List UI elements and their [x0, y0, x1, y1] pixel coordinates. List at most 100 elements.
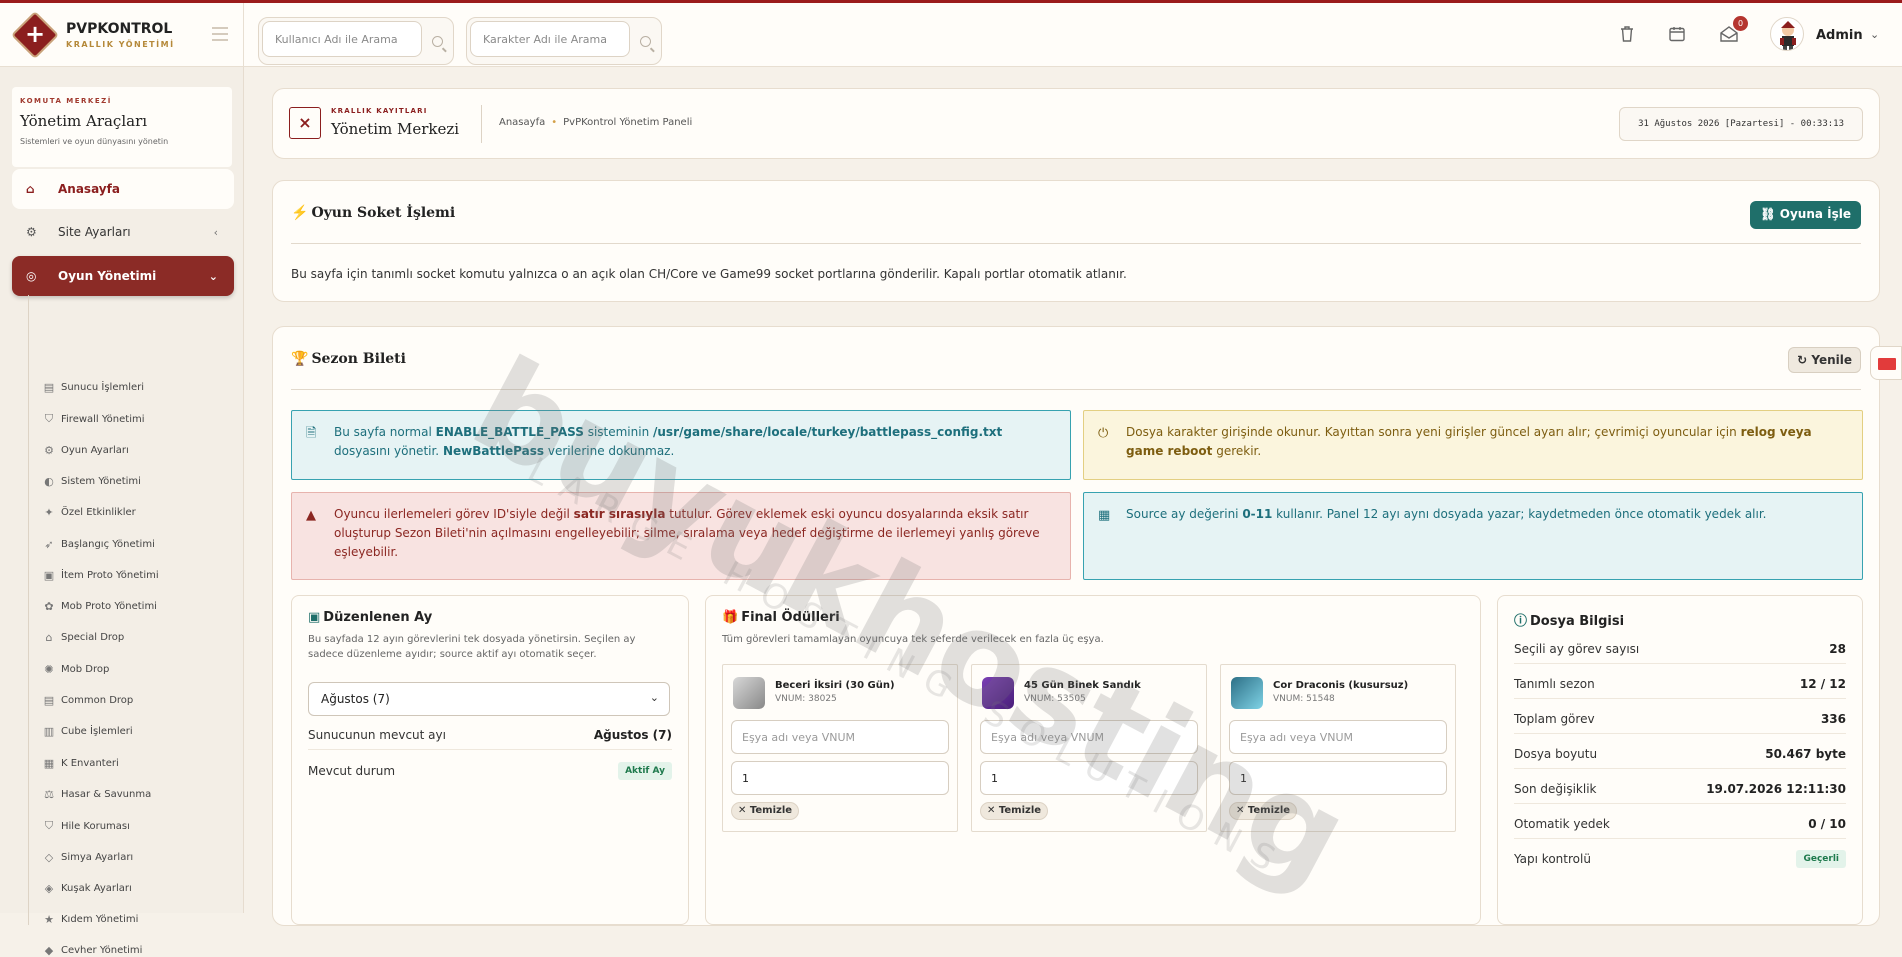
gamepad-icon: ◎: [26, 269, 37, 283]
menu-toggle-icon[interactable]: [212, 27, 228, 41]
breadcrumb: Anasayfa • PvPKontrol Yönetim Paneli: [499, 117, 693, 128]
sidebar-subitem-label: Özel Etkinlikler: [61, 507, 136, 519]
month-panel-title: Düzenlenen Ay: [323, 610, 433, 625]
gem-icon: ◆: [44, 944, 54, 957]
gears-icon: ⚙: [44, 443, 54, 457]
sidebar-item-home[interactable]: ⌂ Anasayfa: [12, 169, 234, 209]
sidebar-subtitle: Sistemleri ve oyun dünyasını yönetin: [20, 137, 169, 146]
sidebar-subitem[interactable]: ✺ Mob Drop: [42, 663, 109, 676]
sidebar-subitem[interactable]: ★ Kıdem Yönetimi: [42, 913, 138, 926]
search-icon[interactable]: [640, 36, 651, 47]
brand[interactable]: + PVPKONTROL KRALLIK YÖNETİMİ: [0, 3, 244, 67]
language-flag-tr[interactable]: [1870, 346, 1902, 380]
reward-item-search-input[interactable]: Eşya adı veya VNUM: [1229, 720, 1447, 754]
sidebar-subitem[interactable]: ➶ Başlangıç Yönetimi: [42, 538, 154, 551]
sidebar-subitem[interactable]: ◈ Kuşak Ayarları: [42, 882, 132, 895]
refresh-button[interactable]: ↻ Yenile: [1788, 347, 1861, 373]
shield-icon: ⛉: [44, 819, 54, 833]
info-alert-config: 🗎 Bu sayfa normal ENABLE_BATTLE_PASS sis…: [291, 410, 1071, 480]
clear-button[interactable]: ✕ Temizle: [980, 802, 1049, 820]
sidebar-subitem[interactable]: ⛉ Firewall Yönetimi: [42, 412, 145, 426]
status-label: Mevcut durum: [308, 764, 396, 778]
send-to-game-button[interactable]: ⛓ Oyuna İşle: [1750, 201, 1861, 229]
char-search-box: Karakter Adı ile Arama: [466, 17, 662, 65]
reward-quantity-input[interactable]: 1: [731, 761, 949, 795]
chevron-down-icon: ⌄: [208, 269, 218, 283]
avatar[interactable]: [1770, 17, 1804, 51]
sidebar-subitem[interactable]: ▦ K Envanteri: [42, 757, 119, 770]
sidebar-subitem[interactable]: ⚙ Oyun Ayarları: [42, 444, 129, 457]
info-icon: ⓘ: [1514, 614, 1528, 629]
clear-button[interactable]: ✕ Temizle: [731, 802, 800, 820]
alert-text: kullanır. Panel 12 ayı aynı dosyada yaza…: [1272, 507, 1767, 521]
clear-button[interactable]: ✕ Temizle: [1229, 802, 1298, 820]
reward-item-name: 45 Gün Binek Sandık: [1024, 680, 1141, 691]
sidebar-subitem[interactable]: ⌂ Special Drop: [42, 631, 125, 644]
refresh-label: Yenile: [1811, 353, 1852, 367]
reward-item-icon: [982, 677, 1014, 709]
trash-icon[interactable]: [1616, 23, 1638, 45]
breadcrumb-current: PvPKontrol Yönetim Paneli: [563, 117, 693, 128]
power-icon: ⏻: [1098, 426, 1109, 441]
character-search-input[interactable]: Karakter Adı ile Arama: [470, 21, 630, 57]
reward-item-icon: [733, 677, 765, 709]
month-panel-description: Bu sayfada 12 ayın görevlerini tek dosya…: [308, 634, 636, 660]
page-kicker: KRALLIK KAYITLARI: [331, 107, 428, 115]
box-icon: ▣: [43, 568, 55, 582]
search-icon[interactable]: [432, 36, 443, 47]
sidebar-subitem[interactable]: ▤ Sunucu İşlemleri: [42, 381, 144, 394]
socket-card: ⚡ Oyun Soket İşlemi ⛓ Oyuna İşle Bu sayfa…: [272, 180, 1880, 302]
final-rewards-panel: 🎁 Final Ödülleri Tüm görevleri tamamlayan…: [705, 595, 1481, 925]
divider: [291, 243, 1861, 244]
server-month-label: Sunucunun mevcut ayı: [308, 727, 446, 742]
reward-quantity-input[interactable]: 1: [980, 761, 1198, 795]
sidebar-item-game-management[interactable]: ◎ Oyun Yönetimi ⌄: [12, 256, 234, 296]
brand-subtitle: KRALLIK YÖNETİMİ: [66, 40, 175, 49]
turkey-flag-icon: [1878, 358, 1896, 370]
month-panel: ▣ Düzenlenen Ay Bu sayfada 12 ayın görevl…: [291, 595, 689, 925]
brand-logo: +: [10, 10, 60, 60]
reward-slot: Beceri İksiri (30 Gün) VNUM: 38025 Eşya ad…: [722, 664, 958, 832]
reward-quantity-input[interactable]: 1: [1229, 761, 1447, 795]
month-select[interactable]: Ağustos (7) ⌄: [308, 682, 670, 716]
close-icon[interactable]: ×: [289, 107, 321, 139]
file-info-value: 28: [1829, 641, 1846, 656]
breadcrumb-home[interactable]: Anasayfa: [499, 117, 545, 128]
sidebar-subitem[interactable]: ◇ Simya Ayarları: [42, 851, 133, 864]
reward-item-search-input[interactable]: Eşya adı veya VNUM: [980, 720, 1198, 754]
sidebar-subitem[interactable]: ▥ Cube İşlemleri: [42, 725, 133, 738]
sidebar-subitem[interactable]: ⚖ Hasar & Savunma: [42, 788, 151, 801]
calendar-icon[interactable]: [1666, 23, 1688, 45]
gear-icon: ⚙: [26, 225, 37, 239]
list-icon: ▤: [43, 694, 55, 707]
sidebar-subitem[interactable]: ⛉ Hile Koruması: [42, 819, 130, 833]
file-info-label: Dosya boyutu: [1514, 746, 1598, 761]
status-badge: Aktif Ay: [618, 762, 672, 780]
sidebar-subitem[interactable]: ▤ Common Drop: [42, 694, 133, 707]
datetime-display: 31 Ağustos 2026 [Pazartesi] - 00:33:13: [1619, 107, 1863, 141]
season-title-wrap: 🏆 Sezon Bileti: [291, 351, 406, 367]
sidebar-item-label: Anasayfa: [58, 182, 120, 196]
toggle-icon: ◐: [44, 474, 54, 488]
chevron-down-icon[interactable]: ⌄: [1870, 28, 1879, 41]
sidebar-subitem[interactable]: ✦ Özel Etkinlikler: [42, 506, 136, 519]
user-name[interactable]: Admin: [1816, 28, 1863, 43]
structure-check-badge: Geçerli: [1796, 850, 1846, 868]
fileinfo-title-wrap: ⓘ Dosya Bilgisi: [1514, 610, 1624, 629]
sidebar-subitem[interactable]: ▣ İtem Proto Yönetimi: [42, 569, 159, 582]
sidebar-item-site-settings[interactable]: ⚙ Site Ayarları ‹: [12, 212, 234, 252]
sidebar-subitem[interactable]: ✿ Mob Proto Yönetimi: [42, 600, 157, 613]
sidebar-header-card: KOMUTA MERKEZİ Yönetim Araçları Sistemle…: [12, 87, 232, 167]
sidebar-subitem-label: Special Drop: [61, 632, 125, 644]
mail-icon[interactable]: 0: [1718, 16, 1748, 45]
file-info-row: Dosya boyutu 50.467 byte: [1514, 739, 1846, 769]
user-search-input[interactable]: Kullanıcı Adı ile Arama: [262, 21, 422, 57]
alert-text-strong: NewBattlePass: [442, 444, 545, 458]
sidebar-item-label: Site Ayarları: [58, 225, 131, 239]
info-alert-month: ▦ Source ay değerini 0-11 kullanır. Pane…: [1083, 492, 1863, 580]
reward-item-search-input[interactable]: Eşya adı veya VNUM: [731, 720, 949, 754]
sidebar-subitem[interactable]: ◆ Cevher Yönetimi: [42, 944, 143, 957]
sidebar-subitem[interactable]: ◐ Sistem Yönetimi: [42, 475, 141, 488]
chevron-left-icon: ‹: [213, 225, 218, 239]
file-info-label: Seçili ay görev sayısı: [1514, 641, 1640, 656]
